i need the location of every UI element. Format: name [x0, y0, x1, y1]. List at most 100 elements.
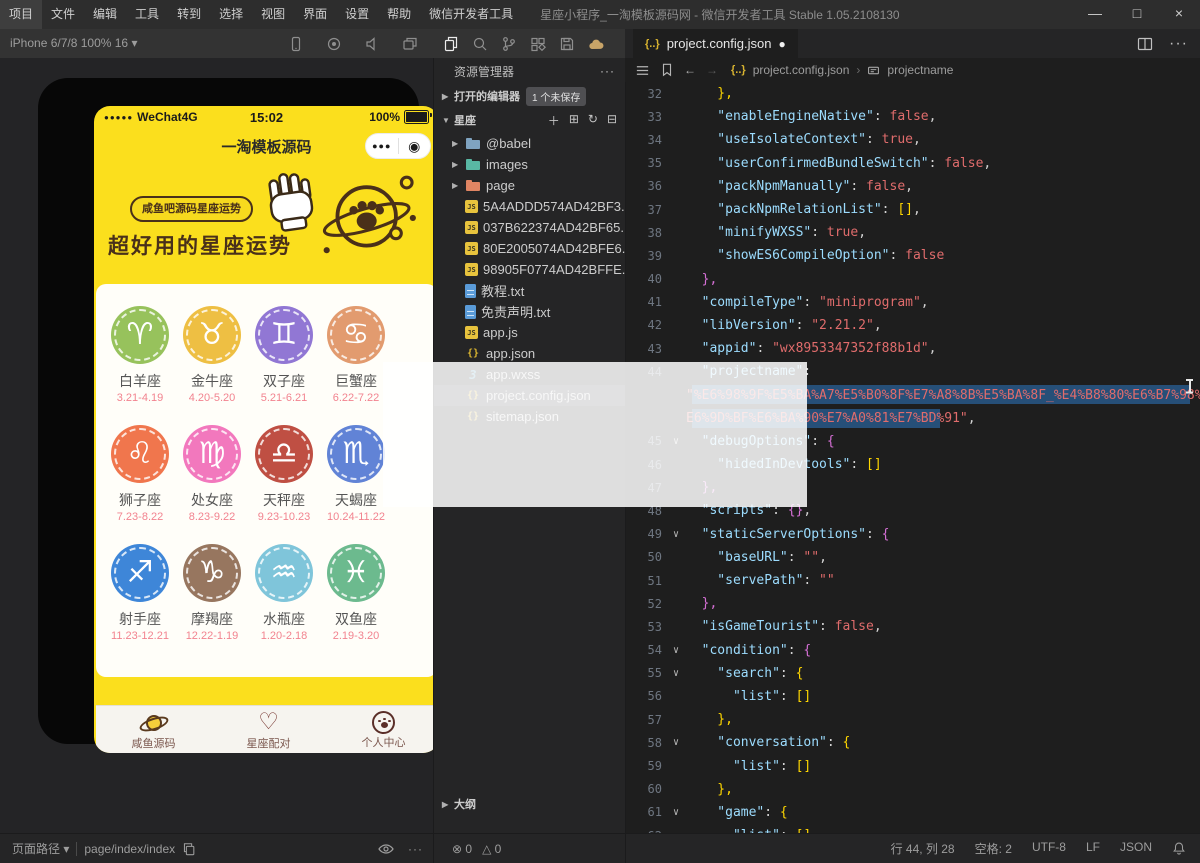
maximize-button[interactable]: □ [1116, 0, 1158, 29]
minimize-button[interactable]: — [1074, 0, 1116, 29]
file-row[interactable]: ▶ JS 80E2005074AD42BFE6... [434, 238, 625, 259]
menu-item[interactable]: 视图 [252, 0, 294, 29]
extensions-icon[interactable] [530, 36, 546, 52]
file-row[interactable]: ▶ @babel [434, 133, 625, 154]
breadcrumb-file[interactable]: project.config.json [753, 63, 850, 77]
phone-icon[interactable] [288, 36, 304, 52]
git-branch-icon[interactable] [501, 36, 517, 52]
file-icon: JS [465, 242, 478, 255]
file-row[interactable]: ▶ 教程.txt [434, 280, 625, 301]
problems-indicator[interactable]: ⊗ 0 △ 0 [452, 834, 501, 863]
menu-item[interactable]: 界面 [294, 0, 336, 29]
file-row[interactable]: ▶ JS 037B622374AD42BF65... [434, 217, 625, 238]
open-editors-label: 打开的编辑器 [454, 88, 520, 104]
zodiac-glyph: ♌ [127, 439, 154, 469]
forward-arrow-icon[interactable]: → [706, 63, 718, 77]
status-item[interactable]: LF [1086, 840, 1100, 857]
cloud-dev-icon[interactable] [588, 36, 604, 52]
zodiac-item[interactable]: ♈ 白羊座 3.21-4.19 [104, 306, 176, 404]
device-selector[interactable]: iPhone 6/7/8 100% 16 ▾ [10, 29, 137, 58]
file-row[interactable]: ▶ JS app.js [434, 322, 625, 343]
unsaved-dot-icon[interactable]: ● [778, 37, 785, 51]
menu-item[interactable]: 选择 [210, 0, 252, 29]
menu-item[interactable]: 编辑 [84, 0, 126, 29]
tabbar-item[interactable]: 咸鱼源码 [119, 711, 189, 753]
mute-icon[interactable] [364, 36, 380, 52]
menu-item[interactable]: 项目 [0, 0, 42, 29]
zodiac-item[interactable]: ♎ 天秤座 9.23-10.23 [248, 425, 320, 523]
save-icon[interactable] [559, 36, 575, 52]
menu-item[interactable]: 文件 [42, 0, 84, 29]
refresh-icon[interactable]: ↻ [588, 112, 598, 129]
more-actions-icon[interactable]: ··· [1169, 35, 1188, 53]
split-editor-icon[interactable] [1137, 36, 1153, 52]
zodiac-item[interactable]: ♑ 摩羯座 12.22-1.19 [176, 544, 248, 642]
chevron-right-icon: ▶ [442, 800, 454, 809]
open-editors-section[interactable]: ▶ 打开的编辑器 1 个未保存 [434, 84, 625, 108]
bookmark-icon[interactable] [660, 63, 674, 77]
status-item[interactable]: 行 44, 列 28 [891, 840, 955, 857]
tabbar-item[interactable]: 个人中心 [349, 711, 419, 753]
file-row[interactable]: ▶ 免责声明.txt [434, 301, 625, 322]
explorer-more-icon[interactable]: ··· [600, 64, 615, 78]
fold-chevron-icon[interactable]: ∨ [666, 737, 686, 748]
hamburger-menu-icon[interactable] [635, 63, 650, 78]
close-target-icon[interactable]: ◉ [399, 139, 431, 153]
code-line: 49 ∨ "staticServerOptions": { [626, 523, 1200, 546]
file-row[interactable]: ▶ page [434, 175, 625, 196]
menu-item[interactable]: 微信开发者工具 [420, 0, 522, 29]
zodiac-icon: ♍ [183, 425, 241, 483]
file-row[interactable]: ▶ JS 5A4ADDD574AD42BF3... [434, 196, 625, 217]
menu-item[interactable]: 转到 [168, 0, 210, 29]
zodiac-item[interactable]: ♒ 水瓶座 1.20-2.18 [248, 544, 320, 642]
new-file-icon[interactable]: ＋ [548, 112, 560, 129]
new-folder-icon[interactable]: ⊞ [569, 112, 579, 129]
menu-item[interactable]: 工具 [126, 0, 168, 29]
eye-icon[interactable] [378, 842, 394, 856]
fold-chevron-icon[interactable]: ∨ [666, 645, 686, 656]
menu-item[interactable]: 设置 [336, 0, 378, 29]
page-path-selector[interactable]: 页面路径 ▾ [12, 840, 69, 857]
banner-headline: 超好用的星座运势 [108, 230, 292, 260]
file-row[interactable]: ▶ {} app.json [434, 343, 625, 364]
more-icon[interactable]: ··· [408, 842, 423, 856]
tab-project-config-json[interactable]: {..} project.config.json ● [633, 29, 798, 58]
project-section[interactable]: ▼ 星座 ＋ ⊞ ↻ ⊟ [434, 108, 625, 132]
status-item[interactable]: UTF-8 [1032, 840, 1066, 857]
back-arrow-icon[interactable]: ← [684, 63, 696, 77]
menu-item[interactable]: 帮助 [378, 0, 420, 29]
file-icon: JS [465, 200, 478, 213]
breadcrumb-symbol[interactable]: projectname [887, 63, 953, 77]
fold-chevron-icon[interactable]: ∨ [666, 529, 686, 540]
zodiac-name: 巨蟹座 [320, 371, 392, 391]
zodiac-item[interactable]: ♌ 狮子座 7.23-8.22 [104, 425, 176, 523]
zodiac-item[interactable]: ♐ 射手座 11.23-12.21 [104, 544, 176, 642]
status-item[interactable]: 空格: 2 [975, 840, 1012, 857]
copy-path-icon[interactable] [182, 842, 196, 856]
zodiac-item[interactable]: ♋ 巨蟹座 6.22-7.22 [320, 306, 392, 404]
zodiac-item[interactable]: ♓ 双鱼座 2.19-3.20 [320, 544, 392, 642]
file-row[interactable]: ▶ images [434, 154, 625, 175]
outline-section[interactable]: ▶ 大纲 [434, 793, 625, 815]
zodiac-item[interactable]: ♍ 处女座 8.23-9.22 [176, 425, 248, 523]
status-item[interactable]: JSON [1120, 840, 1152, 857]
fold-chevron-icon[interactable]: ∨ [666, 807, 686, 818]
more-menu-icon[interactable]: ●●● [366, 141, 398, 151]
fold-chevron-icon[interactable]: ∨ [666, 668, 686, 679]
multi-window-icon[interactable] [402, 36, 418, 52]
file-row[interactable]: ▶ JS 98905F0774AD42BFFE... [434, 259, 625, 280]
code-text: "staticServerOptions": { [686, 527, 890, 542]
explorer-files-icon[interactable] [443, 36, 459, 52]
record-icon[interactable] [326, 36, 342, 52]
tabbar-item[interactable]: 星座配对 [234, 711, 304, 753]
zodiac-item[interactable]: ♊ 双子座 5.21-6.21 [248, 306, 320, 404]
zodiac-item[interactable]: ♏ 天蝎座 10.24-11.22 [320, 425, 392, 523]
zodiac-item[interactable]: ♉ 金牛座 4.20-5.20 [176, 306, 248, 404]
code-text: "enableEngineNative": false, [686, 109, 936, 124]
collapse-all-icon[interactable]: ⊟ [607, 112, 617, 129]
zodiac-glyph: ♎ [271, 439, 298, 469]
close-button[interactable]: × [1158, 0, 1200, 29]
search-icon[interactable] [472, 36, 488, 52]
zodiac-glyph: ♉ [199, 320, 226, 350]
bell-icon[interactable] [1172, 841, 1186, 856]
